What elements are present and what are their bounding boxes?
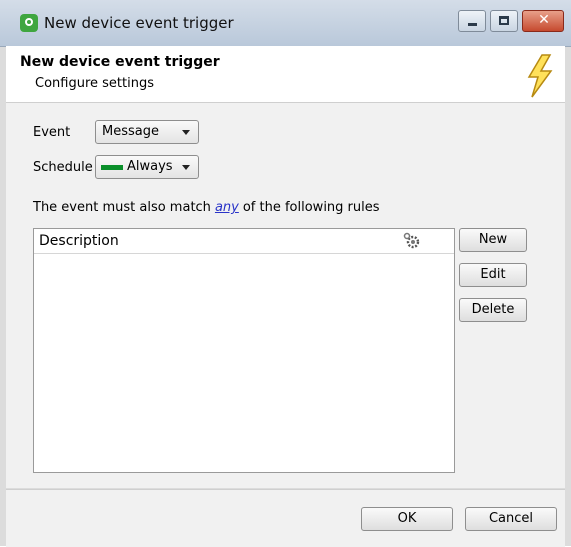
close-button[interactable]: ✕ bbox=[522, 10, 564, 32]
dialog-window: New device event trigger ✕ New device ev… bbox=[0, 0, 571, 547]
ok-button[interactable]: OK bbox=[361, 507, 453, 531]
close-icon: ✕ bbox=[538, 12, 550, 28]
app-icon bbox=[20, 14, 38, 32]
schedule-label: Schedule bbox=[33, 160, 93, 175]
chevron-down-icon bbox=[182, 130, 190, 135]
event-dropdown[interactable]: Message bbox=[95, 120, 199, 144]
event-label: Event bbox=[33, 125, 71, 140]
rules-table[interactable]: Description bbox=[33, 228, 455, 473]
dialog-footer: OK Cancel bbox=[6, 489, 565, 547]
settings-panel: Event Message Schedule Always The event … bbox=[6, 103, 565, 488]
schedule-dropdown[interactable]: Always bbox=[95, 155, 199, 179]
maximize-button[interactable] bbox=[490, 10, 518, 32]
header-panel: New device event trigger Configure setti… bbox=[6, 46, 565, 103]
description-column-header: Description bbox=[39, 233, 119, 249]
cancel-button[interactable]: Cancel bbox=[465, 507, 557, 531]
header-title: New device event trigger bbox=[20, 54, 220, 70]
schedule-color-swatch bbox=[101, 165, 123, 170]
edit-rule-button[interactable]: Edit bbox=[459, 263, 527, 287]
schedule-value: Always bbox=[127, 159, 173, 174]
delete-rule-button[interactable]: Delete bbox=[459, 298, 527, 322]
lightning-bolt-icon bbox=[527, 54, 553, 98]
rules-suffix: of the following rules bbox=[242, 200, 380, 215]
new-rule-button[interactable]: New bbox=[459, 228, 527, 252]
rules-description: The event must also match any of the follo… bbox=[33, 200, 380, 215]
rules-prefix: The event must also match bbox=[33, 200, 211, 215]
window-title: New device event trigger bbox=[44, 14, 234, 32]
header-subtitle: Configure settings bbox=[35, 76, 154, 91]
match-mode-link[interactable]: any bbox=[215, 200, 239, 215]
table-header[interactable]: Description bbox=[34, 229, 454, 254]
chevron-down-icon bbox=[182, 165, 190, 170]
title-bar[interactable]: New device event trigger ✕ bbox=[0, 0, 571, 47]
event-value: Message bbox=[102, 124, 159, 139]
gear-icon[interactable] bbox=[403, 232, 421, 250]
minimize-button[interactable] bbox=[458, 10, 486, 32]
